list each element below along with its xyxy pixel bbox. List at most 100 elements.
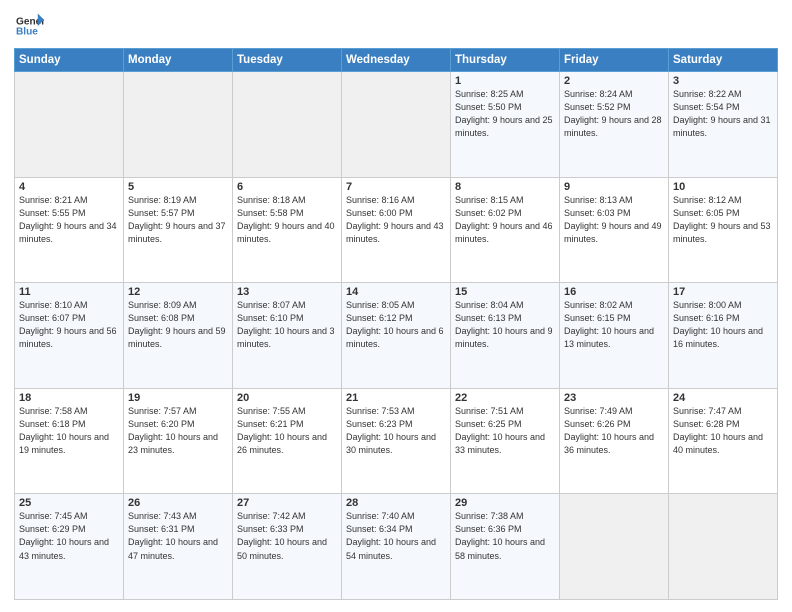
day-info: Sunrise: 7:38 AM Sunset: 6:36 PM Dayligh… bbox=[455, 510, 555, 562]
day-info: Sunrise: 8:07 AM Sunset: 6:10 PM Dayligh… bbox=[237, 299, 337, 351]
calendar-cell: 4Sunrise: 8:21 AM Sunset: 5:55 PM Daylig… bbox=[15, 177, 124, 283]
day-number: 14 bbox=[346, 286, 446, 298]
calendar-cell: 25Sunrise: 7:45 AM Sunset: 6:29 PM Dayli… bbox=[15, 494, 124, 600]
day-info: Sunrise: 7:57 AM Sunset: 6:20 PM Dayligh… bbox=[128, 405, 228, 457]
day-info: Sunrise: 8:00 AM Sunset: 6:16 PM Dayligh… bbox=[673, 299, 773, 351]
calendar-cell: 2Sunrise: 8:24 AM Sunset: 5:52 PM Daylig… bbox=[560, 72, 669, 178]
calendar-cell: 22Sunrise: 7:51 AM Sunset: 6:25 PM Dayli… bbox=[451, 388, 560, 494]
day-number: 10 bbox=[673, 181, 773, 193]
day-info: Sunrise: 8:19 AM Sunset: 5:57 PM Dayligh… bbox=[128, 194, 228, 246]
day-number: 7 bbox=[346, 181, 446, 193]
day-info: Sunrise: 8:05 AM Sunset: 6:12 PM Dayligh… bbox=[346, 299, 446, 351]
day-number: 13 bbox=[237, 286, 337, 298]
day-info: Sunrise: 8:10 AM Sunset: 6:07 PM Dayligh… bbox=[19, 299, 119, 351]
calendar-week-1: 1Sunrise: 8:25 AM Sunset: 5:50 PM Daylig… bbox=[15, 72, 778, 178]
day-number: 21 bbox=[346, 392, 446, 404]
calendar-cell: 24Sunrise: 7:47 AM Sunset: 6:28 PM Dayli… bbox=[669, 388, 778, 494]
calendar-cell: 23Sunrise: 7:49 AM Sunset: 6:26 PM Dayli… bbox=[560, 388, 669, 494]
day-number: 23 bbox=[564, 392, 664, 404]
day-number: 29 bbox=[455, 497, 555, 509]
day-info: Sunrise: 8:13 AM Sunset: 6:03 PM Dayligh… bbox=[564, 194, 664, 246]
calendar-cell: 27Sunrise: 7:42 AM Sunset: 6:33 PM Dayli… bbox=[233, 494, 342, 600]
calendar-cell: 17Sunrise: 8:00 AM Sunset: 6:16 PM Dayli… bbox=[669, 283, 778, 389]
calendar-cell: 14Sunrise: 8:05 AM Sunset: 6:12 PM Dayli… bbox=[342, 283, 451, 389]
day-number: 22 bbox=[455, 392, 555, 404]
day-info: Sunrise: 7:40 AM Sunset: 6:34 PM Dayligh… bbox=[346, 510, 446, 562]
calendar-cell: 6Sunrise: 8:18 AM Sunset: 5:58 PM Daylig… bbox=[233, 177, 342, 283]
day-info: Sunrise: 8:22 AM Sunset: 5:54 PM Dayligh… bbox=[673, 88, 773, 140]
calendar-cell bbox=[124, 72, 233, 178]
col-header-wednesday: Wednesday bbox=[342, 49, 451, 72]
day-info: Sunrise: 8:18 AM Sunset: 5:58 PM Dayligh… bbox=[237, 194, 337, 246]
calendar-week-2: 4Sunrise: 8:21 AM Sunset: 5:55 PM Daylig… bbox=[15, 177, 778, 283]
calendar-cell bbox=[233, 72, 342, 178]
day-info: Sunrise: 8:02 AM Sunset: 6:15 PM Dayligh… bbox=[564, 299, 664, 351]
calendar-cell: 1Sunrise: 8:25 AM Sunset: 5:50 PM Daylig… bbox=[451, 72, 560, 178]
calendar-cell bbox=[342, 72, 451, 178]
col-header-tuesday: Tuesday bbox=[233, 49, 342, 72]
day-info: Sunrise: 7:47 AM Sunset: 6:28 PM Dayligh… bbox=[673, 405, 773, 457]
col-header-saturday: Saturday bbox=[669, 49, 778, 72]
day-number: 1 bbox=[455, 75, 555, 87]
day-number: 26 bbox=[128, 497, 228, 509]
calendar-cell: 26Sunrise: 7:43 AM Sunset: 6:31 PM Dayli… bbox=[124, 494, 233, 600]
day-info: Sunrise: 7:42 AM Sunset: 6:33 PM Dayligh… bbox=[237, 510, 337, 562]
day-number: 28 bbox=[346, 497, 446, 509]
day-number: 17 bbox=[673, 286, 773, 298]
header: General Blue bbox=[14, 12, 778, 40]
day-info: Sunrise: 8:04 AM Sunset: 6:13 PM Dayligh… bbox=[455, 299, 555, 351]
col-header-friday: Friday bbox=[560, 49, 669, 72]
svg-text:Blue: Blue bbox=[16, 27, 38, 38]
col-header-sunday: Sunday bbox=[15, 49, 124, 72]
col-header-monday: Monday bbox=[124, 49, 233, 72]
day-number: 12 bbox=[128, 286, 228, 298]
calendar-cell: 3Sunrise: 8:22 AM Sunset: 5:54 PM Daylig… bbox=[669, 72, 778, 178]
day-number: 18 bbox=[19, 392, 119, 404]
day-info: Sunrise: 7:53 AM Sunset: 6:23 PM Dayligh… bbox=[346, 405, 446, 457]
day-number: 11 bbox=[19, 286, 119, 298]
calendar-cell: 9Sunrise: 8:13 AM Sunset: 6:03 PM Daylig… bbox=[560, 177, 669, 283]
day-info: Sunrise: 8:12 AM Sunset: 6:05 PM Dayligh… bbox=[673, 194, 773, 246]
calendar-cell: 15Sunrise: 8:04 AM Sunset: 6:13 PM Dayli… bbox=[451, 283, 560, 389]
calendar-cell: 21Sunrise: 7:53 AM Sunset: 6:23 PM Dayli… bbox=[342, 388, 451, 494]
calendar-cell: 7Sunrise: 8:16 AM Sunset: 6:00 PM Daylig… bbox=[342, 177, 451, 283]
calendar-cell: 18Sunrise: 7:58 AM Sunset: 6:18 PM Dayli… bbox=[15, 388, 124, 494]
calendar-cell: 20Sunrise: 7:55 AM Sunset: 6:21 PM Dayli… bbox=[233, 388, 342, 494]
day-info: Sunrise: 7:51 AM Sunset: 6:25 PM Dayligh… bbox=[455, 405, 555, 457]
day-number: 5 bbox=[128, 181, 228, 193]
day-number: 20 bbox=[237, 392, 337, 404]
col-header-thursday: Thursday bbox=[451, 49, 560, 72]
day-info: Sunrise: 8:24 AM Sunset: 5:52 PM Dayligh… bbox=[564, 88, 664, 140]
calendar-week-5: 25Sunrise: 7:45 AM Sunset: 6:29 PM Dayli… bbox=[15, 494, 778, 600]
calendar-table: SundayMondayTuesdayWednesdayThursdayFrid… bbox=[14, 48, 778, 600]
day-number: 9 bbox=[564, 181, 664, 193]
day-number: 3 bbox=[673, 75, 773, 87]
calendar-cell: 5Sunrise: 8:19 AM Sunset: 5:57 PM Daylig… bbox=[124, 177, 233, 283]
calendar-header-row: SundayMondayTuesdayWednesdayThursdayFrid… bbox=[15, 49, 778, 72]
day-info: Sunrise: 7:55 AM Sunset: 6:21 PM Dayligh… bbox=[237, 405, 337, 457]
day-number: 19 bbox=[128, 392, 228, 404]
calendar-cell: 29Sunrise: 7:38 AM Sunset: 6:36 PM Dayli… bbox=[451, 494, 560, 600]
day-number: 16 bbox=[564, 286, 664, 298]
calendar-cell: 10Sunrise: 8:12 AM Sunset: 6:05 PM Dayli… bbox=[669, 177, 778, 283]
day-info: Sunrise: 8:16 AM Sunset: 6:00 PM Dayligh… bbox=[346, 194, 446, 246]
calendar-cell bbox=[15, 72, 124, 178]
calendar-cell: 28Sunrise: 7:40 AM Sunset: 6:34 PM Dayli… bbox=[342, 494, 451, 600]
day-number: 6 bbox=[237, 181, 337, 193]
day-info: Sunrise: 8:21 AM Sunset: 5:55 PM Dayligh… bbox=[19, 194, 119, 246]
day-info: Sunrise: 7:58 AM Sunset: 6:18 PM Dayligh… bbox=[19, 405, 119, 457]
calendar-week-4: 18Sunrise: 7:58 AM Sunset: 6:18 PM Dayli… bbox=[15, 388, 778, 494]
calendar-week-3: 11Sunrise: 8:10 AM Sunset: 6:07 PM Dayli… bbox=[15, 283, 778, 389]
calendar-cell: 11Sunrise: 8:10 AM Sunset: 6:07 PM Dayli… bbox=[15, 283, 124, 389]
day-info: Sunrise: 8:15 AM Sunset: 6:02 PM Dayligh… bbox=[455, 194, 555, 246]
day-number: 25 bbox=[19, 497, 119, 509]
day-info: Sunrise: 8:25 AM Sunset: 5:50 PM Dayligh… bbox=[455, 88, 555, 140]
day-number: 27 bbox=[237, 497, 337, 509]
calendar-cell: 19Sunrise: 7:57 AM Sunset: 6:20 PM Dayli… bbox=[124, 388, 233, 494]
day-info: Sunrise: 7:45 AM Sunset: 6:29 PM Dayligh… bbox=[19, 510, 119, 562]
calendar-cell bbox=[669, 494, 778, 600]
day-number: 15 bbox=[455, 286, 555, 298]
logo: General Blue bbox=[14, 12, 44, 40]
day-number: 8 bbox=[455, 181, 555, 193]
day-number: 4 bbox=[19, 181, 119, 193]
